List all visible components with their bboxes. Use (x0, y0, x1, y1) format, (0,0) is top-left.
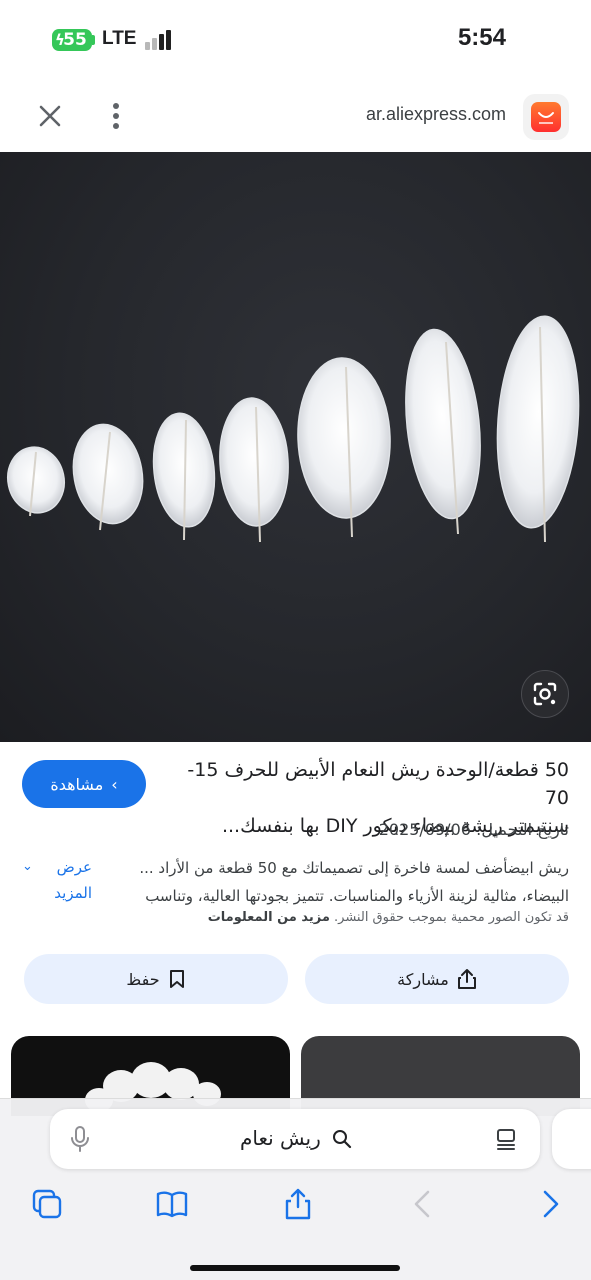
chevron-down-icon: ⌄ (22, 859, 33, 874)
share-icon (457, 969, 476, 989)
visit-label: مشاهدة (50, 774, 104, 794)
ostrich-feathers-illustration (7, 315, 580, 543)
google-lens-button[interactable] (521, 670, 569, 718)
share-label: مشاركة (397, 969, 449, 989)
show-more-link[interactable]: ⌄ عرض المزيد (22, 854, 92, 906)
site-url[interactable]: ar.aliexpress.com (366, 104, 506, 125)
share-page-icon[interactable] (281, 1187, 315, 1221)
network-type: LTE (102, 28, 137, 49)
charging-bolt-icon: ϟ (55, 31, 65, 49)
battery-indicator: ϟ 55 (52, 29, 92, 51)
share-button[interactable]: مشاركة (305, 954, 569, 1004)
search-bar[interactable]: ريش نعام (50, 1109, 540, 1169)
microphone-icon[interactable] (70, 1125, 90, 1153)
lens-icon (533, 682, 557, 706)
search-icon (333, 1130, 352, 1149)
show-more-label: عرض المزيد (54, 858, 92, 902)
forward-icon[interactable] (533, 1187, 567, 1221)
description-line-2: البيضاء، مثالية لزينة الأزياء والمناسبات… (145, 887, 569, 905)
chevron-left-icon: ‹ (111, 774, 118, 794)
bookmarks-icon[interactable] (155, 1187, 189, 1221)
feathers-image[interactable] (0, 152, 591, 742)
home-indicator (190, 1265, 400, 1271)
aliexpress-logo-icon (523, 94, 569, 140)
next-tab-preview[interactable] (552, 1109, 591, 1169)
result-info-panel: مشاهدة ‹ 50 قطعة/الوحدة ريش النعام الأبي… (0, 742, 591, 1022)
battery-cap (92, 35, 95, 45)
back-icon[interactable] (406, 1187, 440, 1221)
bookmark-icon (169, 970, 184, 988)
search-query[interactable]: ريش نعام (240, 1126, 321, 1150)
clock: 5:54 (457, 24, 506, 51)
copyright-notice: قد تكون الصور محمية بموجب حقوق النشر. مز… (208, 910, 569, 925)
status-bar: ϟ 55 LTE 5:54 (0, 0, 591, 80)
action-row: حفظ مشاركة (24, 954, 569, 1004)
upload-date: تاريخ التحميل: 2025/09/06 (378, 820, 569, 839)
bottom-toolbar: ريش نعام (0, 1098, 591, 1280)
more-options-icon[interactable] (106, 100, 126, 132)
close-icon[interactable] (34, 100, 66, 132)
visit-button[interactable]: مشاهدة ‹ (22, 760, 146, 808)
result-description: ريش ابيضأضف لمسة فاخرة إلى تصميماتك مع 5… (99, 854, 569, 910)
reader-mode-icon[interactable] (494, 1127, 518, 1151)
title-line-1: 50 قطعة/الوحدة ريش النعام الأبيض للحرف 1… (187, 759, 569, 809)
signal-strength-icon (145, 30, 177, 50)
save-button[interactable]: حفظ (24, 954, 288, 1004)
copyright-text: قد تكون الصور محمية بموجب حقوق النشر. (334, 910, 569, 925)
browser-header: ar.aliexpress.com (0, 80, 591, 152)
tabs-icon[interactable] (30, 1187, 64, 1221)
battery-level: 55 (63, 30, 87, 50)
description-line-1: ريش ابيضأضف لمسة فاخرة إلى تصميماتك مع 5… (139, 859, 569, 877)
more-info-link[interactable]: مزيد من المعلومات (208, 910, 330, 925)
save-label: حفظ (126, 969, 160, 989)
